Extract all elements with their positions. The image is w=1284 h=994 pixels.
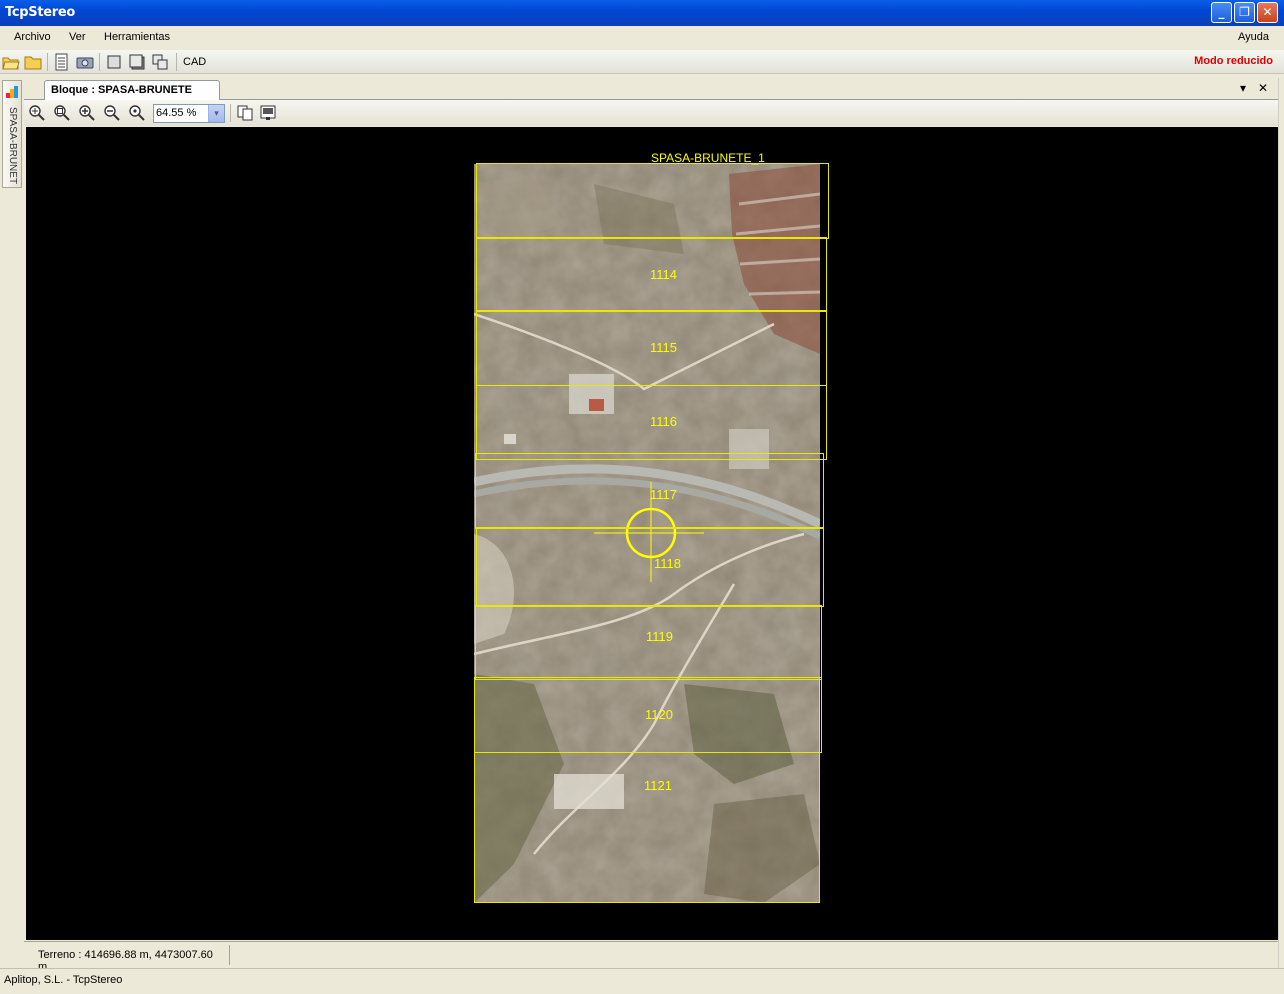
zoom-out-icon[interactable]: [103, 104, 121, 122]
zoom-in-icon[interactable]: [78, 104, 96, 122]
cad-button[interactable]: CAD: [183, 56, 206, 68]
view-toolbar: 64.55 % ▾: [24, 100, 1278, 126]
export-image-icon[interactable]: [259, 104, 277, 122]
mode-indicator: Modo reducido: [1194, 55, 1273, 67]
photo-label: 1117: [650, 487, 677, 502]
menu-bar: Archivo Ver Herramientas Ayuda: [0, 26, 1284, 50]
zoom-extents-icon[interactable]: [28, 104, 46, 122]
coordinates-readout: Terreno : 414696.88 m, 4473007.60 m: [30, 945, 230, 973]
main-toolbar: CAD Modo reducido: [0, 50, 1284, 74]
document-tab-strip: Bloque : SPASA-BRUNETE ▾ ✕: [24, 78, 1278, 100]
photo-label: 1116: [650, 414, 677, 429]
copy-icon[interactable]: [236, 104, 254, 122]
photo-frame[interactable]: [476, 527, 824, 607]
toolbar-separator: [230, 104, 231, 122]
overlap-frames-icon[interactable]: [151, 53, 169, 71]
layers-icon: [6, 86, 18, 98]
side-panel-label: SPASA-BRUNET: [7, 107, 18, 185]
folder-icon[interactable]: [24, 53, 42, 71]
document-list-icon[interactable]: [53, 53, 71, 71]
strip-label: SPASA-BRUNETE_1: [651, 151, 765, 165]
window-title: TcpStereo: [5, 5, 76, 20]
zoom-level-value: 64.55 %: [156, 107, 197, 119]
photo-label: 1118: [654, 556, 681, 571]
document-status-bar: Terreno : 414696.88 m, 4473007.60 m: [24, 941, 1278, 973]
title-bar: TcpStereo _ ❐ ✕: [0, 0, 1284, 26]
zoom-level-select[interactable]: 64.55 % ▾: [153, 104, 225, 123]
app-status-text: Aplitop, S.L. - TcpStereo: [4, 974, 123, 986]
photo-label: 1114: [650, 267, 677, 282]
close-button[interactable]: ✕: [1257, 2, 1278, 23]
photo-label: 1120: [645, 707, 673, 722]
right-edge-scrollbar[interactable]: [1278, 78, 1284, 968]
toolbar-separator: [176, 53, 177, 71]
photo-label: 1115: [650, 340, 677, 355]
camera-icon[interactable]: [76, 53, 94, 71]
toolbar-separator: [47, 53, 48, 71]
restore-button[interactable]: ❐: [1234, 2, 1255, 23]
tab-close-icon[interactable]: ✕: [1258, 81, 1268, 95]
tab-bloque[interactable]: Bloque : SPASA-BRUNETE: [44, 80, 220, 100]
app-status-bar: Aplitop, S.L. - TcpStereo: [0, 968, 1284, 994]
frame-square-icon[interactable]: [105, 53, 123, 71]
tab-bloque-label: Bloque : SPASA-BRUNETE: [51, 84, 192, 96]
menu-herramientas[interactable]: Herramientas: [104, 31, 170, 43]
tab-menu-icon[interactable]: ▾: [1240, 81, 1246, 95]
zoom-previous-icon[interactable]: [128, 104, 146, 122]
menu-ayuda[interactable]: Ayuda: [1238, 31, 1269, 43]
side-panel-tab[interactable]: SPASA-BRUNET: [2, 80, 22, 188]
photo-frame[interactable]: [476, 163, 829, 239]
photo-label: 1119: [646, 629, 673, 644]
zoom-window-icon[interactable]: [53, 104, 71, 122]
menu-archivo[interactable]: Archivo: [14, 31, 51, 43]
open-folder-icon[interactable]: [2, 53, 20, 71]
toolbar-separator: [99, 53, 100, 71]
photo-label: 1121: [644, 778, 672, 793]
chevron-down-icon[interactable]: ▾: [208, 105, 224, 122]
frame-shadow-icon[interactable]: [128, 53, 146, 71]
menu-ver[interactable]: Ver: [69, 31, 86, 43]
minimize-button[interactable]: _: [1211, 2, 1232, 23]
map-canvas[interactable]: SPASA-BRUNETE_1 1114 1115 1116 1117 1118…: [26, 127, 1278, 940]
